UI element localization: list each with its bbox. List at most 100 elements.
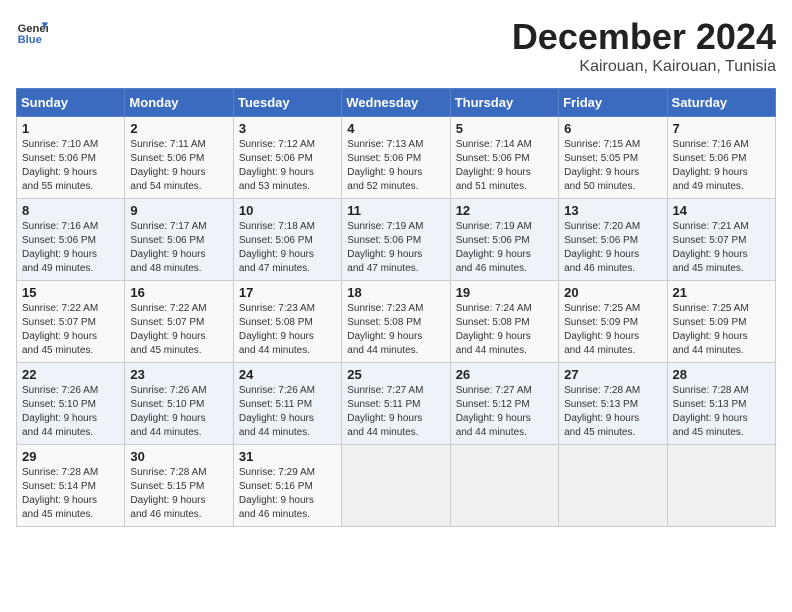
header-sunday: Sunday <box>17 89 125 117</box>
header-wednesday: Wednesday <box>342 89 450 117</box>
logo-icon: General Blue <box>16 16 48 48</box>
day-info: Sunrise: 7:25 AMSunset: 5:09 PMDaylight:… <box>673 302 770 358</box>
day-number: 26 <box>456 367 553 382</box>
day-number: 24 <box>239 367 336 382</box>
day-info: Sunrise: 7:18 AMSunset: 5:06 PMDaylight:… <box>239 220 336 276</box>
day-info: Sunrise: 7:17 AMSunset: 5:06 PMDaylight:… <box>130 220 227 276</box>
table-row: 31 Sunrise: 7:29 AMSunset: 5:16 PMDayligh… <box>233 445 341 527</box>
table-row: 29 Sunrise: 7:28 AMSunset: 5:14 PMDayligh… <box>17 445 125 527</box>
day-info: Sunrise: 7:23 AMSunset: 5:08 PMDaylight:… <box>239 302 336 358</box>
day-info: Sunrise: 7:12 AMSunset: 5:06 PMDaylight:… <box>239 138 336 194</box>
table-row: 20 Sunrise: 7:25 AMSunset: 5:09 PMDayligh… <box>559 281 667 363</box>
day-info: Sunrise: 7:27 AMSunset: 5:12 PMDaylight:… <box>456 384 553 440</box>
calendar-subtitle: Kairouan, Kairouan, Tunisia <box>512 58 776 76</box>
table-row: 28 Sunrise: 7:28 AMSunset: 5:13 PMDayligh… <box>667 363 775 445</box>
svg-text:Blue: Blue <box>18 34 42 46</box>
table-row: 30 Sunrise: 7:28 AMSunset: 5:15 PMDayligh… <box>125 445 233 527</box>
day-number: 14 <box>673 203 770 218</box>
day-number: 18 <box>347 285 444 300</box>
table-row: 13 Sunrise: 7:20 AMSunset: 5:06 PMDayligh… <box>559 199 667 281</box>
day-info: Sunrise: 7:26 AMSunset: 5:10 PMDaylight:… <box>22 384 119 440</box>
table-row: 12 Sunrise: 7:19 AMSunset: 5:06 PMDayligh… <box>450 199 558 281</box>
table-row: 10 Sunrise: 7:18 AMSunset: 5:06 PMDayligh… <box>233 199 341 281</box>
day-number: 31 <box>239 449 336 464</box>
calendar-table: Sunday Monday Tuesday Wednesday Thursday… <box>16 88 776 527</box>
table-row: 7 Sunrise: 7:16 AMSunset: 5:06 PMDaylight… <box>667 117 775 199</box>
day-number: 15 <box>22 285 119 300</box>
table-row: 11 Sunrise: 7:19 AMSunset: 5:06 PMDayligh… <box>342 199 450 281</box>
day-info: Sunrise: 7:28 AMSunset: 5:15 PMDaylight:… <box>130 466 227 522</box>
day-info: Sunrise: 7:28 AMSunset: 5:13 PMDaylight:… <box>564 384 661 440</box>
table-row: 27 Sunrise: 7:28 AMSunset: 5:13 PMDayligh… <box>559 363 667 445</box>
page-header: General Blue December 2024 Kairouan, Kai… <box>16 16 776 76</box>
day-number: 10 <box>239 203 336 218</box>
calendar-header: Sunday Monday Tuesday Wednesday Thursday… <box>17 89 776 117</box>
table-row: 16 Sunrise: 7:22 AMSunset: 5:07 PMDayligh… <box>125 281 233 363</box>
table-row: 6 Sunrise: 7:15 AMSunset: 5:05 PMDaylight… <box>559 117 667 199</box>
day-info: Sunrise: 7:10 AMSunset: 5:06 PMDaylight:… <box>22 138 119 194</box>
day-number: 8 <box>22 203 119 218</box>
day-info: Sunrise: 7:13 AMSunset: 5:06 PMDaylight:… <box>347 138 444 194</box>
header-monday: Monday <box>125 89 233 117</box>
day-number: 20 <box>564 285 661 300</box>
day-number: 9 <box>130 203 227 218</box>
day-info: Sunrise: 7:28 AMSunset: 5:14 PMDaylight:… <box>22 466 119 522</box>
day-number: 7 <box>673 121 770 136</box>
day-number: 1 <box>22 121 119 136</box>
header-thursday: Thursday <box>450 89 558 117</box>
table-row: 18Sunrise: 7:23 AMSunset: 5:08 PMDayligh… <box>342 281 450 363</box>
day-number: 13 <box>564 203 661 218</box>
table-row: 9 Sunrise: 7:17 AMSunset: 5:06 PMDaylight… <box>125 199 233 281</box>
table-row: 4 Sunrise: 7:13 AMSunset: 5:06 PMDaylight… <box>342 117 450 199</box>
table-row: 3 Sunrise: 7:12 AMSunset: 5:06 PMDaylight… <box>233 117 341 199</box>
day-info: Sunrise: 7:29 AMSunset: 5:16 PMDaylight:… <box>239 466 336 522</box>
day-number: 5 <box>456 121 553 136</box>
day-number: 25 <box>347 367 444 382</box>
table-row: 22 Sunrise: 7:26 AMSunset: 5:10 PMDayligh… <box>17 363 125 445</box>
day-number: 17 <box>239 285 336 300</box>
day-number: 23 <box>130 367 227 382</box>
day-info: Sunrise: 7:16 AMSunset: 5:06 PMDaylight:… <box>22 220 119 276</box>
day-number: 27 <box>564 367 661 382</box>
title-section: December 2024 Kairouan, Kairouan, Tunisi… <box>512 16 776 76</box>
day-number: 6 <box>564 121 661 136</box>
table-row: 8 Sunrise: 7:16 AMSunset: 5:06 PMDaylight… <box>17 199 125 281</box>
day-number: 30 <box>130 449 227 464</box>
day-number: 19 <box>456 285 553 300</box>
header-saturday: Saturday <box>667 89 775 117</box>
day-info: Sunrise: 7:22 AMSunset: 5:07 PMDaylight:… <box>130 302 227 358</box>
day-info: Sunrise: 7:19 AMSunset: 5:06 PMDaylight:… <box>347 220 444 276</box>
day-info: Sunrise: 7:19 AMSunset: 5:06 PMDaylight:… <box>456 220 553 276</box>
day-info: Sunrise: 7:24 AMSunset: 5:08 PMDaylight:… <box>456 302 553 358</box>
day-info: Sunrise: 7:11 AMSunset: 5:06 PMDaylight:… <box>130 138 227 194</box>
day-info: Sunrise: 7:16 AMSunset: 5:06 PMDaylight:… <box>673 138 770 194</box>
day-number: 22 <box>22 367 119 382</box>
table-row: 15 Sunrise: 7:22 AMSunset: 5:07 PMDayligh… <box>17 281 125 363</box>
day-info: Sunrise: 7:28 AMSunset: 5:13 PMDaylight:… <box>673 384 770 440</box>
day-number: 4 <box>347 121 444 136</box>
table-row <box>342 445 450 527</box>
day-number: 28 <box>673 367 770 382</box>
day-number: 2 <box>130 121 227 136</box>
table-row: 23Sunrise: 7:26 AMSunset: 5:10 PMDayligh… <box>125 363 233 445</box>
calendar-body: 1 Sunrise: 7:10 AMSunset: 5:06 PMDaylight… <box>17 117 776 527</box>
table-row: 21 Sunrise: 7:25 AMSunset: 5:09 PMDayligh… <box>667 281 775 363</box>
day-number: 11 <box>347 203 444 218</box>
day-number: 21 <box>673 285 770 300</box>
day-number: 16 <box>130 285 227 300</box>
day-number: 12 <box>456 203 553 218</box>
calendar-title: December 2024 <box>512 16 776 58</box>
day-info: Sunrise: 7:20 AMSunset: 5:06 PMDaylight:… <box>564 220 661 276</box>
table-row: 2 Sunrise: 7:11 AMSunset: 5:06 PMDaylight… <box>125 117 233 199</box>
logo: General Blue <box>16 16 48 48</box>
day-number: 3 <box>239 121 336 136</box>
header-friday: Friday <box>559 89 667 117</box>
day-info: Sunrise: 7:26 AMSunset: 5:11 PMDaylight:… <box>239 384 336 440</box>
day-info: Sunrise: 7:14 AMSunset: 5:06 PMDaylight:… <box>456 138 553 194</box>
day-info: Sunrise: 7:25 AMSunset: 5:09 PMDaylight:… <box>564 302 661 358</box>
table-row: 5 Sunrise: 7:14 AMSunset: 5:06 PMDaylight… <box>450 117 558 199</box>
day-info: Sunrise: 7:15 AMSunset: 5:05 PMDaylight:… <box>564 138 661 194</box>
table-row: 19 Sunrise: 7:24 AMSunset: 5:08 PMDayligh… <box>450 281 558 363</box>
day-number: 29 <box>22 449 119 464</box>
day-info: Sunrise: 7:22 AMSunset: 5:07 PMDaylight:… <box>22 302 119 358</box>
